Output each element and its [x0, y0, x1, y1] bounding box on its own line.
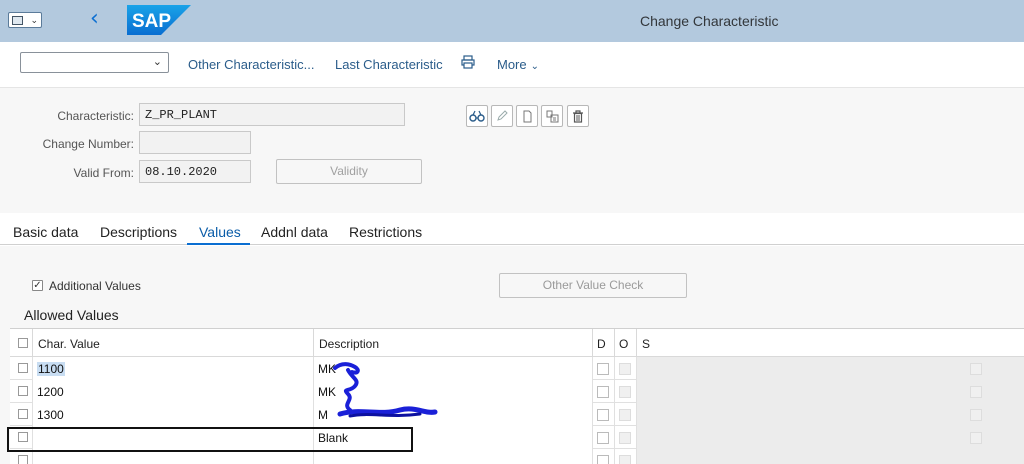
d-checkbox[interactable]: [597, 455, 609, 464]
action-dropdown[interactable]: ⌄: [20, 52, 169, 73]
copy-icon: [546, 110, 558, 122]
table-row: 1300 M: [10, 403, 1024, 426]
header-form: Characteristic: Z_PR_PLANT Change Number…: [0, 88, 1024, 213]
s-cell: [637, 449, 1024, 464]
o-checkbox: [619, 409, 631, 421]
o-cell: [615, 380, 637, 403]
svg-text:SAP: SAP: [132, 11, 171, 32]
active-tab-indicator: [187, 243, 250, 245]
sap-logo: SAP: [127, 5, 191, 35]
d-cell[interactable]: [593, 403, 615, 426]
tab-basic-data[interactable]: Basic data: [13, 224, 78, 240]
valid-from-label: Valid From:: [73, 166, 134, 180]
table-row: 1200 MK: [10, 380, 1024, 403]
redaction-scribble: [333, 362, 438, 418]
tab-addnl-data[interactable]: Addnl data: [261, 224, 328, 240]
o-cell: [615, 449, 637, 464]
s-checkbox: [970, 386, 982, 398]
copy-button[interactable]: [541, 105, 563, 127]
select-all-checkbox[interactable]: [18, 338, 28, 348]
display-icon: [469, 110, 485, 122]
d-cell[interactable]: [593, 449, 615, 464]
s-checkbox: [970, 363, 982, 375]
o-cell: [615, 357, 637, 380]
delete-icon: [573, 109, 583, 123]
s-checkbox: [970, 432, 982, 444]
additional-values-checkbox[interactable]: ✓: [32, 280, 43, 291]
delete-button[interactable]: [567, 105, 589, 127]
menu-icon: [12, 15, 23, 25]
select-all-header[interactable]: [10, 329, 33, 357]
more-button[interactable]: More ⌄: [497, 57, 539, 72]
o-cell: [615, 426, 637, 449]
checkmark-icon: ✓: [33, 280, 42, 291]
page-title: Change Characteristic: [640, 13, 779, 29]
d-checkbox[interactable]: [597, 363, 609, 375]
chevron-down-icon: ⌄: [530, 61, 540, 72]
s-cell: [637, 380, 1024, 403]
char-value-cell[interactable]: 1300: [33, 403, 314, 426]
s-cell: [637, 426, 1024, 449]
validity-button[interactable]: Validity: [276, 159, 422, 184]
column-header-char-value[interactable]: Char. Value: [33, 329, 314, 357]
column-header-o[interactable]: O: [615, 329, 637, 357]
d-checkbox[interactable]: [597, 409, 609, 421]
column-header-d[interactable]: D: [593, 329, 615, 357]
s-cell: [637, 357, 1024, 380]
characteristic-label: Characteristic:: [57, 109, 134, 123]
last-characteristic-button[interactable]: Last Characteristic: [335, 57, 443, 72]
char-value-cell[interactable]: 1200: [33, 380, 314, 403]
menu-button[interactable]: ⌄: [8, 12, 42, 28]
o-checkbox: [619, 363, 631, 375]
row-checkbox[interactable]: [18, 363, 28, 373]
additional-values-label: Additional Values: [49, 279, 141, 293]
chevron-down-icon: ⌄: [30, 14, 38, 25]
s-checkbox: [970, 409, 982, 421]
change-number-label: Change Number:: [42, 137, 134, 151]
chevron-down-icon: ⌄: [152, 56, 162, 68]
tab-restrictions[interactable]: Restrictions: [349, 224, 422, 240]
row-selector[interactable]: [10, 403, 33, 426]
edit-icon: [497, 110, 508, 121]
tab-bar: Basic data Descriptions Values Addnl dat…: [0, 213, 1024, 245]
row-checkbox[interactable]: [18, 455, 28, 464]
row-selector[interactable]: [10, 357, 33, 380]
d-cell[interactable]: [593, 357, 615, 380]
other-characteristic-button[interactable]: Other Characteristic...: [188, 57, 314, 72]
print-icon[interactable]: [461, 55, 475, 69]
create-icon: [523, 110, 532, 122]
char-value-text: 1100: [37, 362, 65, 376]
o-cell: [615, 403, 637, 426]
more-label: More: [497, 57, 527, 72]
o-checkbox: [619, 432, 631, 444]
change-number-field[interactable]: [139, 131, 251, 154]
column-header-description[interactable]: Description: [314, 329, 593, 357]
d-checkbox[interactable]: [597, 432, 609, 444]
toolbar: ⌄ Other Characteristic... Last Character…: [0, 42, 1024, 88]
valid-from-field[interactable]: 08.10.2020: [139, 160, 251, 183]
o-checkbox: [619, 386, 631, 398]
edit-button[interactable]: [491, 105, 513, 127]
back-icon[interactable]: ‹: [90, 8, 99, 30]
table-row: 1100 MK: [10, 357, 1024, 380]
display-button[interactable]: [466, 105, 488, 127]
column-header-s[interactable]: S: [637, 329, 1024, 357]
shell-header: ⌄ ‹ SAP Change Characteristic: [0, 0, 1024, 42]
o-checkbox: [619, 455, 631, 464]
tab-descriptions[interactable]: Descriptions: [100, 224, 177, 240]
d-cell[interactable]: [593, 380, 615, 403]
d-cell[interactable]: [593, 426, 615, 449]
allowed-values-title: Allowed Values: [24, 307, 119, 323]
characteristic-field[interactable]: Z_PR_PLANT: [139, 103, 405, 126]
tab-values[interactable]: Values: [199, 224, 241, 240]
char-value-cell[interactable]: 1100: [33, 357, 314, 380]
create-button[interactable]: [516, 105, 538, 127]
row-checkbox[interactable]: [18, 409, 28, 419]
d-checkbox[interactable]: [597, 386, 609, 398]
row-selector[interactable]: [10, 380, 33, 403]
row-checkbox[interactable]: [18, 386, 28, 396]
other-value-check-button[interactable]: Other Value Check: [499, 273, 687, 298]
s-cell: [637, 403, 1024, 426]
highlight-box: [7, 427, 413, 452]
